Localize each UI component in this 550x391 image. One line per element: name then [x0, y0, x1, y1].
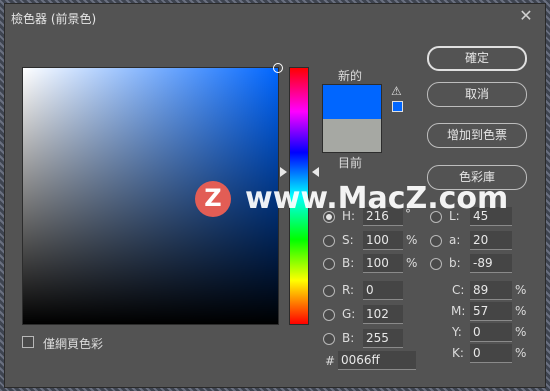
- close-icon[interactable]: ✕: [517, 7, 535, 25]
- current-color-label: 目前: [338, 156, 363, 170]
- label-k: K:: [452, 346, 464, 360]
- radio-blue[interactable]: [323, 333, 335, 345]
- add-to-swatches-button[interactable]: 增加到色票: [427, 123, 527, 148]
- title-bar[interactable]: 檢色器 (前景色) ✕: [5, 4, 545, 30]
- label-lab-b: b:: [449, 256, 461, 270]
- radio-a[interactable]: [430, 235, 442, 247]
- current-color-swatch[interactable]: [322, 119, 382, 153]
- radio-lab-b[interactable]: [430, 258, 442, 270]
- input-a[interactable]: 20: [470, 231, 512, 250]
- input-m[interactable]: 57: [470, 302, 512, 321]
- unit-b: %: [406, 256, 418, 270]
- label-g: G:: [342, 307, 356, 321]
- hue-slider-right-arrow-icon[interactable]: [312, 167, 319, 177]
- input-r[interactable]: 0: [363, 281, 403, 300]
- web-colors-only-checkbox[interactable]: [22, 336, 34, 348]
- label-s: S:: [342, 233, 354, 247]
- watermark: Z www.MacZ.com: [195, 179, 540, 221]
- label-b: B:: [342, 256, 355, 270]
- label-blue: B:: [342, 331, 355, 345]
- color-field-cursor[interactable]: [273, 63, 283, 73]
- label-y: Y:: [452, 325, 462, 339]
- color-picker-dialog: 檢色器 (前景色) ✕ 新的 目前 ⚠ 確定 取消 增加到色票 色彩庫 H: 2…: [4, 3, 546, 388]
- unit-y: %: [515, 325, 527, 339]
- ok-button[interactable]: 確定: [427, 46, 527, 71]
- label-a: a:: [449, 233, 461, 247]
- label-m: M:: [451, 304, 466, 318]
- input-blue[interactable]: 255: [363, 329, 403, 348]
- input-s[interactable]: 100: [363, 231, 403, 250]
- cancel-button[interactable]: 取消: [427, 82, 527, 107]
- window-title: 檢色器 (前景色): [11, 12, 97, 26]
- web-colors-only-label: 僅網頁色彩: [43, 337, 104, 351]
- input-lab-b[interactable]: -89: [470, 254, 512, 273]
- warning-triangle-icon[interactable]: ⚠: [391, 85, 402, 97]
- unit-k: %: [515, 346, 527, 360]
- watermark-logo-icon: Z: [195, 181, 231, 217]
- input-b[interactable]: 100: [363, 254, 403, 273]
- watermark-text: www.MacZ.com: [245, 181, 509, 216]
- unit-s: %: [406, 233, 418, 247]
- hue-slider-left-arrow-icon[interactable]: [280, 167, 287, 177]
- input-g[interactable]: 102: [363, 305, 403, 324]
- label-r: R:: [342, 283, 355, 297]
- radio-b[interactable]: [323, 258, 335, 270]
- label-c: C:: [452, 283, 465, 297]
- unit-c: %: [515, 283, 527, 297]
- hex-input[interactable]: 0066ff: [338, 351, 416, 370]
- radio-s[interactable]: [323, 235, 335, 247]
- web-safe-swatch[interactable]: [392, 101, 403, 112]
- hex-label: #: [325, 354, 336, 368]
- radio-g[interactable]: [323, 309, 335, 321]
- input-y[interactable]: 0: [470, 323, 512, 342]
- unit-m: %: [515, 304, 527, 318]
- new-color-label: 新的: [338, 69, 363, 83]
- radio-r[interactable]: [323, 285, 335, 297]
- new-color-swatch: [322, 84, 382, 119]
- input-c[interactable]: 89: [470, 281, 512, 300]
- input-k[interactable]: 0: [470, 344, 512, 363]
